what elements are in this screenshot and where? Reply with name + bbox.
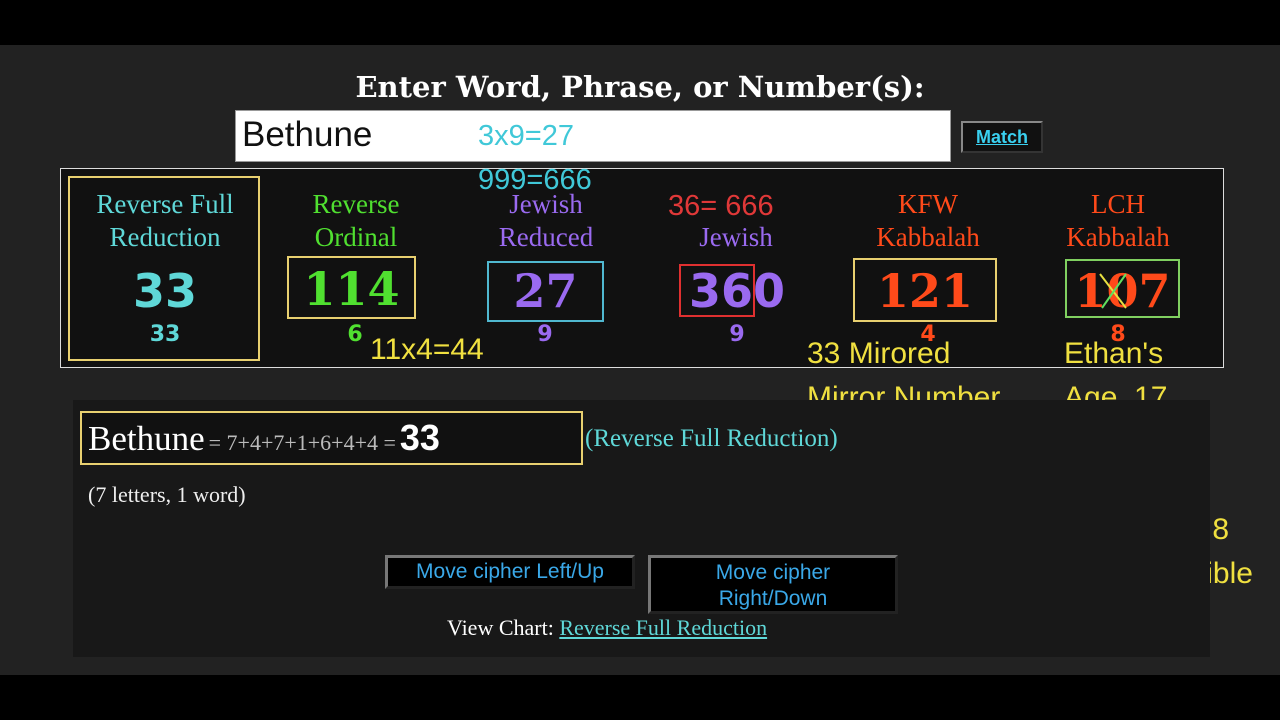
cipher-name-reverse-ordinal[interactable]: Reverse Ordinal <box>270 188 442 254</box>
view-chart-link[interactable]: Reverse Full Reduction <box>559 615 767 640</box>
annotation: 999=666 <box>478 164 592 196</box>
prompt-heading: Enter Word, Phrase, or Number(s): <box>355 70 925 104</box>
cipher-name-lch-kabbalah[interactable]: LCH Kabbalah <box>1032 188 1204 254</box>
search-input[interactable]: Bethune <box>235 110 951 162</box>
cipher-value: 33 <box>132 264 197 318</box>
result-word: Bethune <box>88 419 205 458</box>
move-cipher-right-button[interactable]: Move cipher Right/Down <box>648 555 898 614</box>
cipher-value: 114 <box>303 262 400 316</box>
annotation: 36= 666 <box>668 190 774 222</box>
move-cipher-left-button[interactable]: Move cipher Left/Up <box>385 555 635 589</box>
match-button[interactable]: Match <box>961 121 1043 153</box>
result-equation: Bethune = 7+4+7+1+6+4+4 = 33 <box>80 411 583 465</box>
result-cipher-name: (Reverse Full Reduction) <box>585 425 838 452</box>
cipher-reduced: 6 <box>347 322 363 347</box>
cross-mark-icon <box>1099 273 1127 309</box>
cipher-value: 360 <box>688 264 786 318</box>
result-total: 33 <box>399 417 440 458</box>
cipher-name-reverse-full-reduction[interactable]: Reverse Full Reduction <box>70 188 260 254</box>
cipher-reduced: 9 <box>729 322 745 347</box>
result-breakdown: = 7+4+7+1+6+4+4 = <box>208 430 396 455</box>
annotation: 11x4=44 <box>370 333 484 366</box>
annotation: 3x9=27 <box>478 120 574 152</box>
cipher-reduced: 33 <box>149 322 181 347</box>
annotation: 33 Mirored <box>807 337 951 370</box>
cipher-name-kfw-kabbalah[interactable]: KFW Kabbalah <box>842 188 1014 254</box>
view-chart-label: View Chart: <box>447 615 554 640</box>
cipher-reduced: 9 <box>537 322 553 347</box>
annotation-line: Ethan's <box>1064 337 1164 370</box>
cipher-value: 121 <box>876 264 974 318</box>
cipher-value: 27 <box>513 264 578 318</box>
view-chart: View Chart: Reverse Full Reduction <box>447 615 767 641</box>
letter-count: (7 letters, 1 word) <box>88 482 246 507</box>
